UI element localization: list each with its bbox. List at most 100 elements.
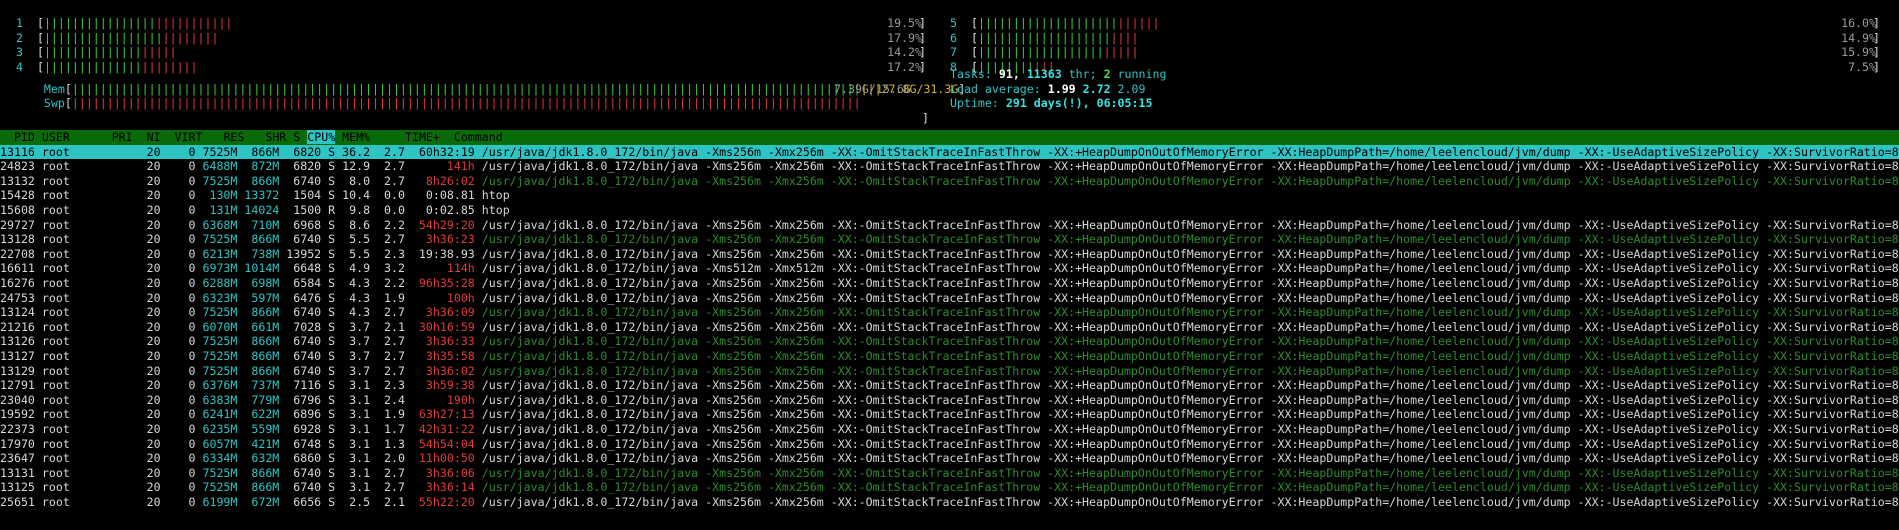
process-row[interactable]: 13125 root 20 0 7525M 866M 6740 S 3.1 2.… [0,480,1899,495]
pid: 13126 [0,334,35,349]
process-row[interactable]: 23647 root 20 0 6334M 632M 6860 S 3.1 2.… [0,451,1899,466]
virt: 7525M [202,232,238,247]
state: S [328,217,336,232]
time: 3h36:23 [411,232,475,247]
swp-meter: Swp[||||||||||||||||||||||||||||||||||||… [43,81,929,125]
process-row[interactable]: 13116 root 20 0 7525M 866M 6820 S 36.2 2… [0,144,1899,160]
process-row[interactable]: 13129 root 20 0 7525M 866M 6740 S 3.7 2.… [0,364,1899,379]
nice: 0 [181,465,196,480]
user: root [41,246,70,261]
res: 866M [244,363,280,378]
user: root [41,334,70,349]
res: 1014M [244,261,280,276]
cpu-percent: 3.1 [342,465,371,480]
sort-column-cpu[interactable]: CPU% [307,130,336,144]
mem-percent: 2.3 [384,378,405,393]
process-row[interactable]: 15428 root 20 0 130M 13372 1504 S 10.4 0… [0,188,1899,203]
process-row[interactable]: 13131 root 20 0 7525M 866M 6740 S 3.1 2.… [0,466,1899,481]
process-row[interactable]: 16276 root 20 0 6288M 698M 6584 S 4.3 2.… [0,276,1899,291]
pid: 21216 [0,319,35,334]
process-row[interactable]: 22708 root 20 0 6213M 738M 13952 S 5.5 2… [0,247,1899,262]
shr: 6656 [286,495,322,509]
cpu-bar-user: ||||||||||||||||| [43,30,163,45]
command: /usr/java/jdk1.8.0_172/bin/java -Xms256m… [481,465,1899,480]
res: 737M [244,378,280,393]
process-row[interactable]: 24823 root 20 0 6488M 872M 6820 S 12.9 2… [0,159,1899,174]
nice: 0 [181,422,196,436]
nice: 0 [181,363,196,378]
cpu-meter-5: 5 [|||||||||||||||||||||||||| 16.0%] [950,16,1880,30]
cpu-meter-6: 6 [||||||||||||||||||||||| 14.9%] [950,30,1880,45]
mem-percent: 2.7 [384,363,405,378]
process-row[interactable]: 25651 root 20 0 6199M 672M 6656 S 2.5 2.… [0,495,1899,510]
res: 866M [244,173,280,188]
cpu-percent: 4.3 [342,305,371,320]
priority: 20 [139,363,161,378]
nice: 0 [181,305,196,320]
shr: 6740 [286,305,322,320]
swp-label: Swp [43,96,65,111]
priority: 20 [139,305,161,320]
pid: 15608 [0,203,35,217]
shr: 7028 [286,319,322,334]
cpu-value: 14.9% [1841,30,1876,45]
time: 0:08.81 [411,188,475,203]
process-row[interactable]: 29727 root 20 0 6368M 710M 6968 S 8.6 2.… [0,218,1899,233]
cpu-value: 17.9% [887,30,922,45]
user: root [41,378,70,393]
shr: 6740 [286,363,322,378]
cpu-id: 1 [16,16,23,30]
process-row[interactable]: 13128 root 20 0 7525M 866M 6740 S 5.5 2.… [0,232,1899,247]
cpu-bar-kernel: |||||||| [162,30,219,45]
process-row[interactable]: 15608 root 20 0 131M 14024 1500 R 9.8 0.… [0,203,1899,218]
mem-percent: 3.2 [384,261,405,276]
command: /usr/java/jdk1.8.0_172/bin/java -Xms256m… [481,378,1899,393]
cpu-percent: 3.1 [342,407,371,422]
virt: 6488M [202,159,238,174]
mem-percent: 2.7 [384,334,405,349]
time: 141h [411,159,475,174]
process-table-header[interactable]: PID USER PRI NI VIRT RES SHR S CPU% MEM%… [0,130,1899,145]
process-row[interactable]: 13127 root 20 0 7525M 866M 6740 S 3.7 2.… [0,349,1899,364]
virt: 6334M [202,451,238,466]
cpu-id: 3 [16,45,23,60]
command: /usr/java/jdk1.8.0_172/bin/java -Xms256m… [481,159,1899,174]
shr: 1500 [286,203,322,217]
process-row[interactable]: 19592 root 20 0 6241M 622M 6896 S 3.1 1.… [0,407,1899,422]
res: 866M [244,232,280,247]
state: S [328,290,336,305]
state: S [328,363,336,378]
user: root [41,232,70,247]
time: 3h35:58 [411,349,475,363]
process-row[interactable]: 24753 root 20 0 6323M 597M 6476 S 4.3 1.… [0,291,1899,306]
process-row[interactable]: 22373 root 20 0 6235M 559M 6928 S 3.1 1.… [0,422,1899,437]
nice: 0 [181,407,196,422]
user: root [41,290,70,305]
process-row[interactable]: 12791 root 20 0 6376M 737M 7116 S 3.1 2.… [0,378,1899,393]
state: S [328,144,336,159]
cpu-percent: 3.1 [342,378,371,393]
process-row[interactable]: 23040 root 20 0 6383M 779M 6796 S 3.1 2.… [0,393,1899,408]
priority: 20 [139,378,161,393]
cpu-bar-kernel: ||||| [1103,45,1139,60]
cpu-percent: 4.9 [342,261,371,276]
process-row[interactable]: 17970 root 20 0 6057M 421M 6748 S 3.1 1.… [0,437,1899,452]
priority: 20 [139,144,161,159]
cpu-bar-user: ||||||||||||||||||| [977,30,1111,45]
cpu-percent: 3.7 [342,319,371,334]
cpu-meter-2: 2 [||||||||||||||||||||||||| 17.9%] [16,30,926,45]
user: root [41,261,70,276]
time: 60h32:19 [411,144,475,159]
state: S [328,276,336,290]
process-row[interactable]: 21216 root 20 0 6070M 661M 7028 S 3.7 2.… [0,320,1899,335]
priority: 20 [139,217,161,232]
virt: 6199M [202,495,238,509]
mem-percent: 2.1 [384,319,405,334]
process-row[interactable]: 13132 root 20 0 7525M 866M 6740 S 8.0 2.… [0,174,1899,189]
process-row[interactable]: 13124 root 20 0 7525M 866M 6740 S 4.3 2.… [0,305,1899,320]
process-row[interactable]: 16611 root 20 0 6973M 1014M 6648 S 4.9 3… [0,261,1899,276]
cpu-percent: 2.5 [342,495,371,509]
process-row[interactable]: 13126 root 20 0 7525M 866M 6740 S 3.7 2.… [0,334,1899,349]
virt: 6973M [202,261,238,276]
command: htop [481,203,510,217]
